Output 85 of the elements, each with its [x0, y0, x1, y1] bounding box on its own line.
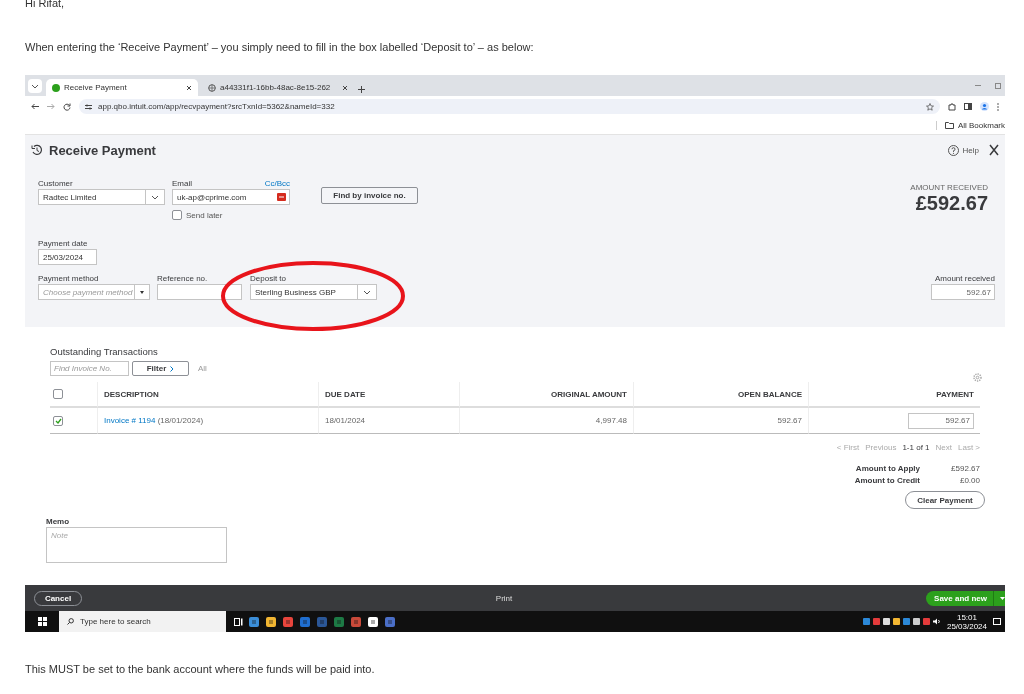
- total-value: £592.67: [950, 464, 980, 473]
- maximize-icon[interactable]: [995, 82, 1001, 89]
- deposit-to-dropdown[interactable]: Sterling Business GBP: [250, 284, 377, 300]
- email-field[interactable]: uk-ap@cprime.com: [172, 189, 290, 205]
- field-label: Payment method: [38, 274, 100, 284]
- folder-icon: [944, 122, 954, 129]
- amount-caption: AMOUNT RECEIVED: [910, 183, 988, 192]
- task-view-icon[interactable]: [234, 617, 243, 626]
- app-icon[interactable]: [367, 615, 379, 628]
- column-header: ORIGINAL AMOUNT: [459, 382, 633, 408]
- checkbox[interactable]: [53, 389, 63, 399]
- caret-icon: [140, 290, 144, 294]
- greeting-text: Hi Rifat,: [25, 0, 66, 10]
- checkbox[interactable]: [53, 415, 63, 426]
- clear-payment-button[interactable]: Clear Payment: [905, 491, 985, 509]
- field-label: Deposit to: [250, 274, 288, 284]
- column-header: OPEN BALANCE: [633, 382, 808, 408]
- filter-button[interactable]: Filter: [132, 361, 189, 376]
- globe-icon: [208, 83, 216, 92]
- amount-field[interactable]: 592.67: [931, 284, 995, 300]
- chevron-down-icon: [31, 83, 39, 89]
- table-cell: 4,997.48: [459, 408, 633, 434]
- total-label: Amount to Credit: [854, 476, 920, 485]
- browser-tab[interactable]: Receive Payment: [46, 79, 198, 96]
- site-settings-icon[interactable]: [85, 103, 92, 110]
- side-panel-icon[interactable]: [964, 103, 972, 110]
- column-header: DESCRIPTION: [97, 382, 318, 408]
- total-label: Amount to Apply: [854, 464, 920, 473]
- checkbox[interactable]: [172, 210, 182, 220]
- reload-icon[interactable]: [63, 102, 71, 111]
- close-icon[interactable]: [342, 84, 348, 91]
- closing-text: This MUST be set to the bank account where the funds will be paid into.: [25, 662, 376, 676]
- reference-field[interactable]: [157, 284, 242, 300]
- profile-icon[interactable]: [980, 102, 989, 111]
- close-icon[interactable]: [989, 144, 999, 156]
- help-icon[interactable]: [947, 144, 959, 156]
- history-icon[interactable]: [31, 144, 43, 156]
- new-tab-icon[interactable]: [358, 86, 365, 93]
- chevron-right-icon: [170, 365, 175, 372]
- page-title: Receive Payment: [49, 142, 156, 158]
- column-header: DUE DATE: [318, 382, 459, 408]
- cc-bcc-link[interactable]: Cc/Bcc: [264, 179, 290, 189]
- payment-field[interactable]: 592.67: [908, 412, 974, 429]
- date-field[interactable]: 25/03/2024: [38, 249, 97, 265]
- print-link[interactable]: Print: [82, 593, 927, 603]
- field-label: Payment date: [38, 239, 89, 249]
- tab-list-button[interactable]: [28, 79, 42, 93]
- field-label: Email: [172, 179, 192, 189]
- table-cell: 592.67: [633, 408, 808, 434]
- field-label: Customer: [38, 179, 74, 189]
- field-label: Reference no.: [157, 274, 209, 284]
- table-cell: Invoice # 1194 (18/01/2024): [104, 416, 204, 425]
- chevron-down-icon: [151, 194, 159, 200]
- star-icon[interactable]: [926, 102, 934, 111]
- notification-icon[interactable]: [993, 617, 1001, 626]
- clock-time: 15:01: [955, 612, 978, 622]
- back-icon[interactable]: [31, 103, 39, 110]
- address-bar[interactable]: app.qbo.intuit.com/app/recvpayment?srcTxnId=5362&nameId=332: [79, 99, 940, 114]
- clock-date: 25/03/2024: [946, 621, 987, 631]
- page-indicator: 1-1 of 1: [902, 443, 930, 452]
- field-label: Memo: [46, 517, 71, 527]
- chevron-down-icon: [363, 289, 371, 295]
- caret-icon: [1000, 596, 1005, 600]
- filter-value: All: [198, 364, 207, 373]
- customer-dropdown[interactable]: Radtec Limited: [38, 189, 165, 205]
- app-icon[interactable]: [265, 615, 277, 628]
- help-link[interactable]: Help: [962, 145, 979, 155]
- volume-icon[interactable]: [932, 618, 941, 625]
- amount-total: £592.67: [915, 192, 988, 214]
- browser-tab[interactable]: a44331f1-16bb-48ac-8e15-262: [202, 79, 354, 96]
- close-icon[interactable]: [186, 84, 192, 91]
- taskbar-search-field[interactable]: Type here to search: [59, 611, 226, 632]
- find-by-invoice-button[interactable]: Find by invoice no.: [321, 187, 418, 204]
- table-cell: 18/01/2024: [318, 408, 459, 434]
- app-logo-icon: [52, 83, 60, 92]
- checkbox-label: Send later: [186, 210, 223, 220]
- instruction-text: When entering the ‘Receive Payment’ – you simply need to fill in the box labelled ‘Deposit to’ – as below:: [25, 40, 535, 54]
- column-header: PAYMENT: [808, 382, 980, 408]
- total-value: £0.00: [958, 476, 980, 485]
- bookmarks-link[interactable]: All Bookmark: [957, 121, 1005, 130]
- windows-icon[interactable]: [37, 617, 47, 626]
- field-label: Amount received: [934, 274, 995, 284]
- invoice-link[interactable]: Invoice # 1194: [104, 416, 156, 425]
- search-icon: [67, 618, 74, 625]
- section-title: Outstanding Transactions: [50, 346, 159, 358]
